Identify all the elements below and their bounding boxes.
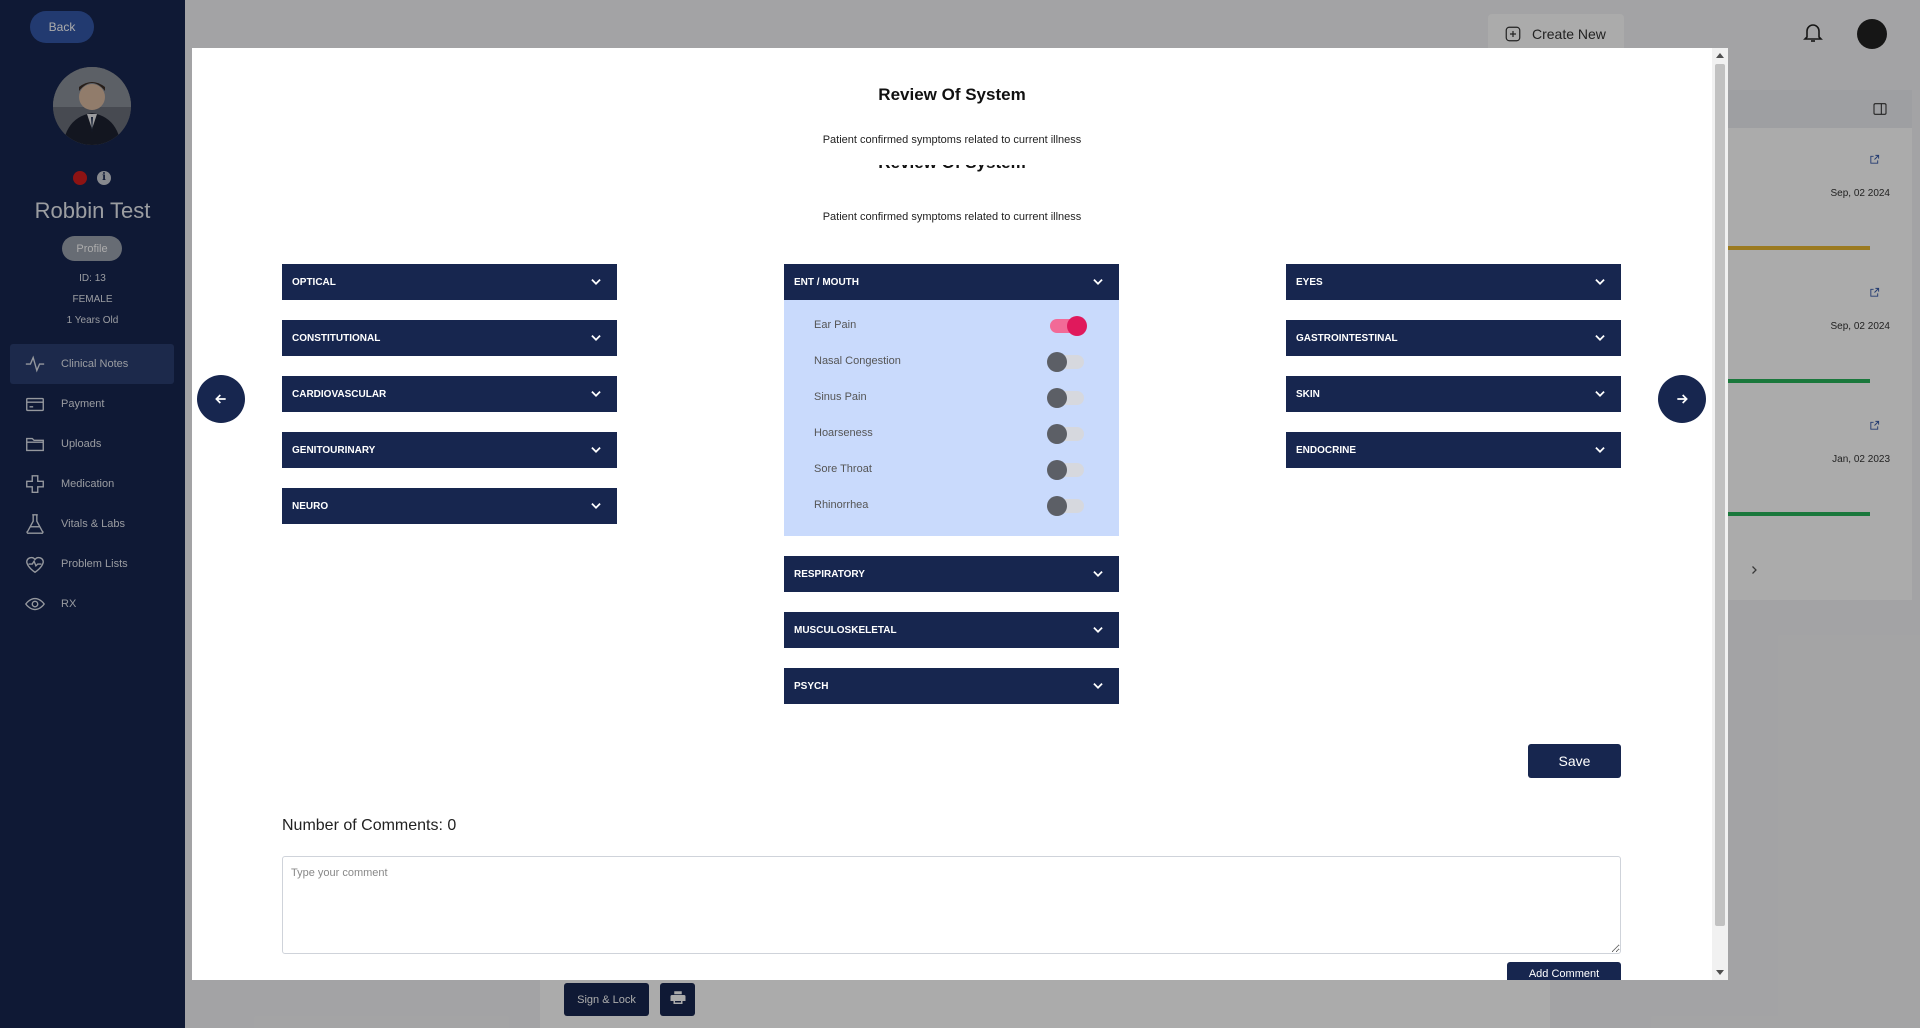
- section-eyes[interactable]: EYES: [1286, 264, 1621, 300]
- section-label: PSYCH: [794, 680, 829, 692]
- chevron-down-icon: [591, 391, 601, 397]
- symptom-row: Hoarseness: [784, 416, 1119, 452]
- section-psych[interactable]: PSYCH: [784, 668, 1119, 704]
- symptom-label: Hoarseness: [814, 427, 873, 439]
- next-button[interactable]: [1658, 375, 1706, 423]
- chevron-down-icon: [1093, 279, 1103, 285]
- add-comment-button[interactable]: Add Comment: [1507, 962, 1621, 980]
- chevron-down-icon: [1595, 447, 1605, 453]
- section-label: EYES: [1296, 276, 1323, 288]
- symptom-label: Rhinorrhea: [814, 499, 869, 511]
- scroll-down-arrow[interactable]: [1716, 970, 1724, 975]
- chevron-down-icon: [1093, 571, 1103, 577]
- section-genitourinary[interactable]: GENITOURINARY: [282, 432, 617, 468]
- section-musculoskeletal[interactable]: MUSCULOSKELETAL: [784, 612, 1119, 648]
- section-constitutional[interactable]: CONSTITUTIONAL: [282, 320, 617, 356]
- section-cardiovascular[interactable]: CARDIOVASCULAR: [282, 376, 617, 412]
- section-label: ENDOCRINE: [1296, 444, 1357, 456]
- scroll-up-arrow[interactable]: [1716, 53, 1724, 58]
- symptom-label: Nasal Congestion: [814, 355, 901, 367]
- section-label: OPTICAL: [292, 276, 336, 288]
- symptom-label: Ear Pain: [814, 319, 857, 331]
- section-skin[interactable]: SKIN: [1286, 376, 1621, 412]
- section-respiratory[interactable]: RESPIRATORY: [784, 556, 1119, 592]
- symptom-label: Sore Throat: [814, 463, 872, 475]
- symptom-row: Sore Throat: [784, 452, 1119, 488]
- symptom-toggle[interactable]: [1047, 496, 1084, 516]
- symptom-toggle[interactable]: [1050, 316, 1087, 336]
- chevron-down-icon: [1595, 335, 1605, 341]
- symptom-row: Ear Pain: [784, 308, 1119, 344]
- chevron-down-icon: [1093, 627, 1103, 633]
- modal-scrollbar[interactable]: [1712, 48, 1728, 980]
- modal-subtitle: Patient confirmed symptoms related to cu…: [822, 134, 1082, 146]
- symptom-row: Nasal Congestion: [784, 344, 1119, 380]
- section-label: CONSTITUTIONAL: [292, 332, 381, 344]
- symptom-toggle[interactable]: [1047, 460, 1084, 480]
- chevron-down-icon: [591, 335, 601, 341]
- prev-button[interactable]: [197, 375, 245, 423]
- section-ent-mouth[interactable]: ENT / MOUTH: [784, 264, 1119, 300]
- section-label: NEURO: [292, 500, 329, 512]
- modal-title-repeat: Review Of System: [192, 165, 1712, 173]
- section-label: CARDIOVASCULAR: [292, 388, 387, 400]
- arrow-left-icon: [215, 394, 226, 404]
- arrow-right-icon: [1677, 394, 1688, 404]
- section-optical[interactable]: OPTICAL: [282, 264, 617, 300]
- symptom-row: Sinus Pain: [784, 380, 1119, 416]
- modal-title: Review Of System: [878, 85, 1026, 104]
- section-label: MUSCULOSKELETAL: [794, 624, 897, 636]
- section-label: ENT / MOUTH: [794, 276, 859, 288]
- comments-count: Number of Comments: 0: [282, 817, 457, 834]
- section-neuro[interactable]: NEURO: [282, 488, 617, 524]
- modal-subtitle-repeat: Patient confirmed symptoms related to cu…: [822, 211, 1082, 223]
- section-label: GENITOURINARY: [292, 444, 376, 456]
- save-button[interactable]: Save: [1528, 744, 1621, 778]
- symptom-toggle[interactable]: [1047, 424, 1084, 444]
- symptom-label: Sinus Pain: [814, 391, 867, 403]
- chevron-down-icon: [1595, 279, 1605, 285]
- section-gastrointestinal[interactable]: GASTROINTESTINAL: [1286, 320, 1621, 356]
- chevron-down-icon: [1093, 683, 1103, 689]
- ent-symptom-list: Ear Pain Nasal Congestion Sinus Pain Hoa…: [784, 300, 1119, 536]
- section-label: SKIN: [1296, 388, 1320, 400]
- section-label: RESPIRATORY: [794, 568, 865, 580]
- chevron-down-icon: [591, 447, 601, 453]
- section-label: GASTROINTESTINAL: [1296, 332, 1398, 344]
- chevron-down-icon: [1595, 391, 1605, 397]
- chevron-down-icon: [591, 279, 601, 285]
- symptom-toggle[interactable]: [1047, 352, 1084, 372]
- chevron-down-icon: [591, 503, 601, 509]
- scroll-thumb[interactable]: [1715, 64, 1725, 926]
- review-of-system-modal: Review Of System Patient confirmed sympt…: [192, 48, 1728, 980]
- symptom-row: Rhinorrhea: [784, 488, 1119, 524]
- section-endocrine[interactable]: ENDOCRINE: [1286, 432, 1621, 468]
- comment-input[interactable]: [282, 856, 1621, 954]
- symptom-toggle[interactable]: [1047, 388, 1084, 408]
